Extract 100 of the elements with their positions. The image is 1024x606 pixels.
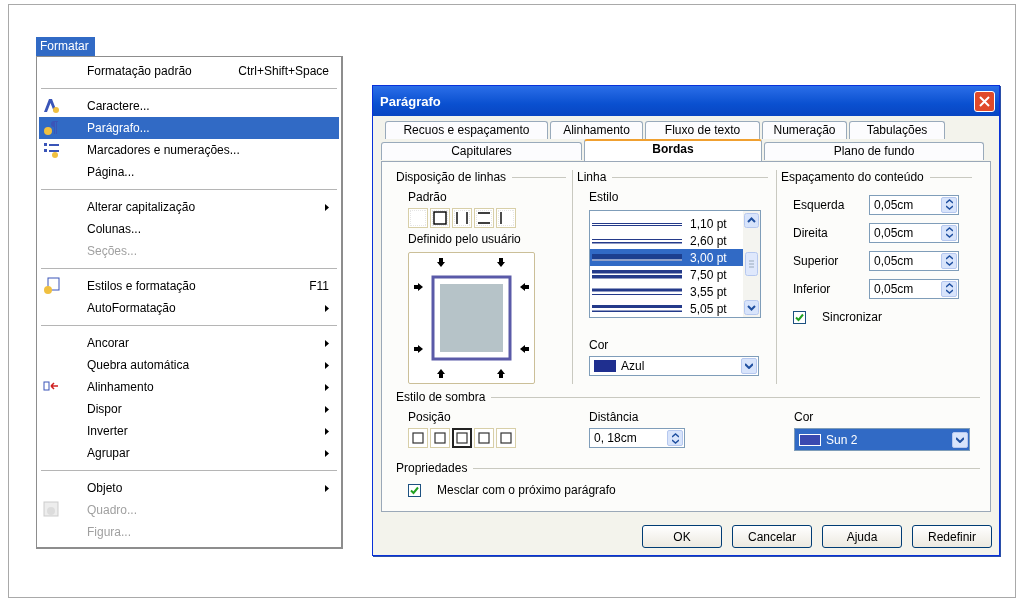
- up-down-arrows-icon: [945, 199, 953, 210]
- menu-title[interactable]: Formatar: [36, 37, 95, 56]
- menu-item[interactable]: Inverter: [39, 420, 339, 442]
- field-label: Cor: [589, 338, 610, 352]
- line-style-option[interactable]: 5,05 pt: [590, 300, 743, 317]
- field-label: Esquerda: [793, 197, 846, 212]
- menu-item[interactable]: Colunas...: [39, 218, 339, 240]
- menu-item[interactable]: Alinhamento: [39, 376, 339, 398]
- up-down-arrows-icon: [945, 283, 953, 294]
- dialog-button[interactable]: Ajuda: [822, 525, 902, 548]
- border-layout-icon: [476, 210, 492, 226]
- color-swatch-icon: [799, 433, 821, 446]
- number-field[interactable]: 0,05cm: [869, 278, 959, 299]
- menu-item[interactable]: Agrupar: [39, 442, 339, 464]
- square-icon: [434, 432, 446, 444]
- chevron-down-icon: [745, 363, 753, 369]
- number-field[interactable]: 0,05cm: [869, 222, 959, 243]
- character-icon: [43, 97, 61, 115]
- line-style-option[interactable]: 2,60 pt: [590, 232, 743, 249]
- color-dropdown[interactable]: Azul: [589, 356, 759, 376]
- menu-item[interactable]: Objeto: [39, 477, 339, 499]
- dialog-title: Parágrafo: [380, 93, 441, 109]
- checkbox[interactable]: [408, 483, 421, 497]
- tab[interactable]: Recuos e espaçamento: [385, 121, 548, 139]
- line-sample-icon: [592, 270, 682, 279]
- field-label: Distância: [589, 410, 640, 424]
- number-field[interactable]: 0, 18cm: [589, 428, 685, 448]
- spin-button[interactable]: [941, 196, 957, 213]
- scroll-thumb[interactable]: [745, 252, 758, 276]
- square-icon: [478, 432, 490, 444]
- styles-icon: [43, 277, 61, 295]
- scrollbar[interactable]: [743, 211, 760, 317]
- field-label: Padrão: [408, 190, 448, 204]
- menu-item[interactable]: Formatação padrão Ctrl+Shift+Space: [39, 60, 339, 82]
- line-style-option[interactable]: 3,55 pt: [590, 283, 743, 300]
- menu-item[interactable]: Ancorar: [39, 332, 339, 354]
- field-label: Sincronizar: [822, 310, 883, 324]
- field-label: Direita: [793, 225, 829, 240]
- scroll-down-icon[interactable]: [744, 300, 759, 315]
- menu-item[interactable]: Quebra automática: [39, 354, 339, 376]
- line-style-option[interactable]: 7,50 pt: [590, 266, 743, 283]
- spin-button[interactable]: [941, 252, 957, 269]
- line-style-option[interactable]: 1,10 pt: [590, 215, 743, 232]
- border-layout-icon: [410, 210, 426, 226]
- section-heading: Propriedades: [396, 461, 980, 475]
- tab[interactable]: Plano de fundo: [764, 142, 984, 160]
- dialog-button[interactable]: Cancelar: [732, 525, 812, 548]
- square-icon: [500, 432, 512, 444]
- menu-item[interactable]: Marcadores e numerações...: [39, 139, 339, 161]
- tab[interactable]: Tabulações: [849, 121, 945, 139]
- menu-item[interactable]: Alterar capitalização: [39, 196, 339, 218]
- menu-item[interactable]: Parágrafo...: [39, 117, 339, 139]
- dialog-button[interactable]: Redefinir: [912, 525, 992, 548]
- field-label: Cor: [794, 410, 815, 424]
- field-label: Definido pelo usuário: [408, 232, 522, 246]
- number-field[interactable]: 0,05cm: [869, 250, 959, 271]
- checkmark-icon: [410, 485, 419, 495]
- tab[interactable]: Numeração: [762, 121, 847, 139]
- border-preset-button[interactable]: [452, 208, 472, 228]
- border-preset-button[interactable]: [496, 208, 516, 228]
- square-icon: [412, 432, 424, 444]
- border-layout-icon: [498, 210, 514, 226]
- tab[interactable]: Capitulares: [381, 142, 582, 160]
- menu-item[interactable]: Estilos e formatação F11: [39, 275, 339, 297]
- menu-item[interactable]: Página...: [39, 161, 339, 183]
- menu-item[interactable]: Dispor: [39, 398, 339, 420]
- spin-button[interactable]: [941, 224, 957, 241]
- border-layout-icon: [454, 210, 470, 226]
- section-heading: Linha: [577, 170, 768, 184]
- field-label: Estilo: [589, 190, 620, 204]
- field-label: Superior: [793, 253, 840, 268]
- color-dropdown[interactable]: Sun 2: [794, 428, 970, 451]
- up-down-arrows-icon: [671, 432, 679, 444]
- close-button[interactable]: [974, 90, 995, 112]
- border-preset-button[interactable]: [474, 208, 494, 228]
- line-sample-icon: [592, 288, 682, 295]
- scroll-up-icon[interactable]: [744, 213, 759, 228]
- list-icon: [43, 141, 61, 159]
- up-down-arrows-icon: [945, 255, 953, 266]
- number-field[interactable]: 0,05cm: [869, 194, 959, 215]
- tab[interactable]: Fluxo de texto: [645, 121, 760, 139]
- shadow-position-button[interactable]: [452, 428, 472, 448]
- line-style-list[interactable]: 1,10 pt 2,60 pt 3,00 pt 7,50 pt 3,55 pt 5,05 pt: [589, 210, 761, 318]
- menu-item[interactable]: AutoFormatação: [39, 297, 339, 319]
- line-style-option[interactable]: 3,00 pt: [590, 249, 743, 266]
- border-preview-drawing[interactable]: [411, 255, 532, 381]
- field-label: Posição: [408, 410, 452, 424]
- tab[interactable]: Bordas: [584, 139, 762, 161]
- menu-item[interactable]: Caractere...: [39, 95, 339, 117]
- border-layout-icon: [432, 210, 448, 226]
- border-preset-button[interactable]: [430, 208, 450, 228]
- spin-button[interactable]: [941, 280, 957, 297]
- square-icon: [456, 432, 468, 444]
- spin-button[interactable]: [667, 430, 683, 446]
- checkmark-icon: [795, 312, 804, 322]
- tab[interactable]: Alinhamento: [550, 121, 643, 139]
- chevron-down-icon: [956, 436, 964, 443]
- dialog-button[interactable]: OK: [642, 525, 722, 548]
- section-heading: Espaçamento do conteúdo: [781, 170, 972, 184]
- checkbox[interactable]: [793, 310, 806, 324]
